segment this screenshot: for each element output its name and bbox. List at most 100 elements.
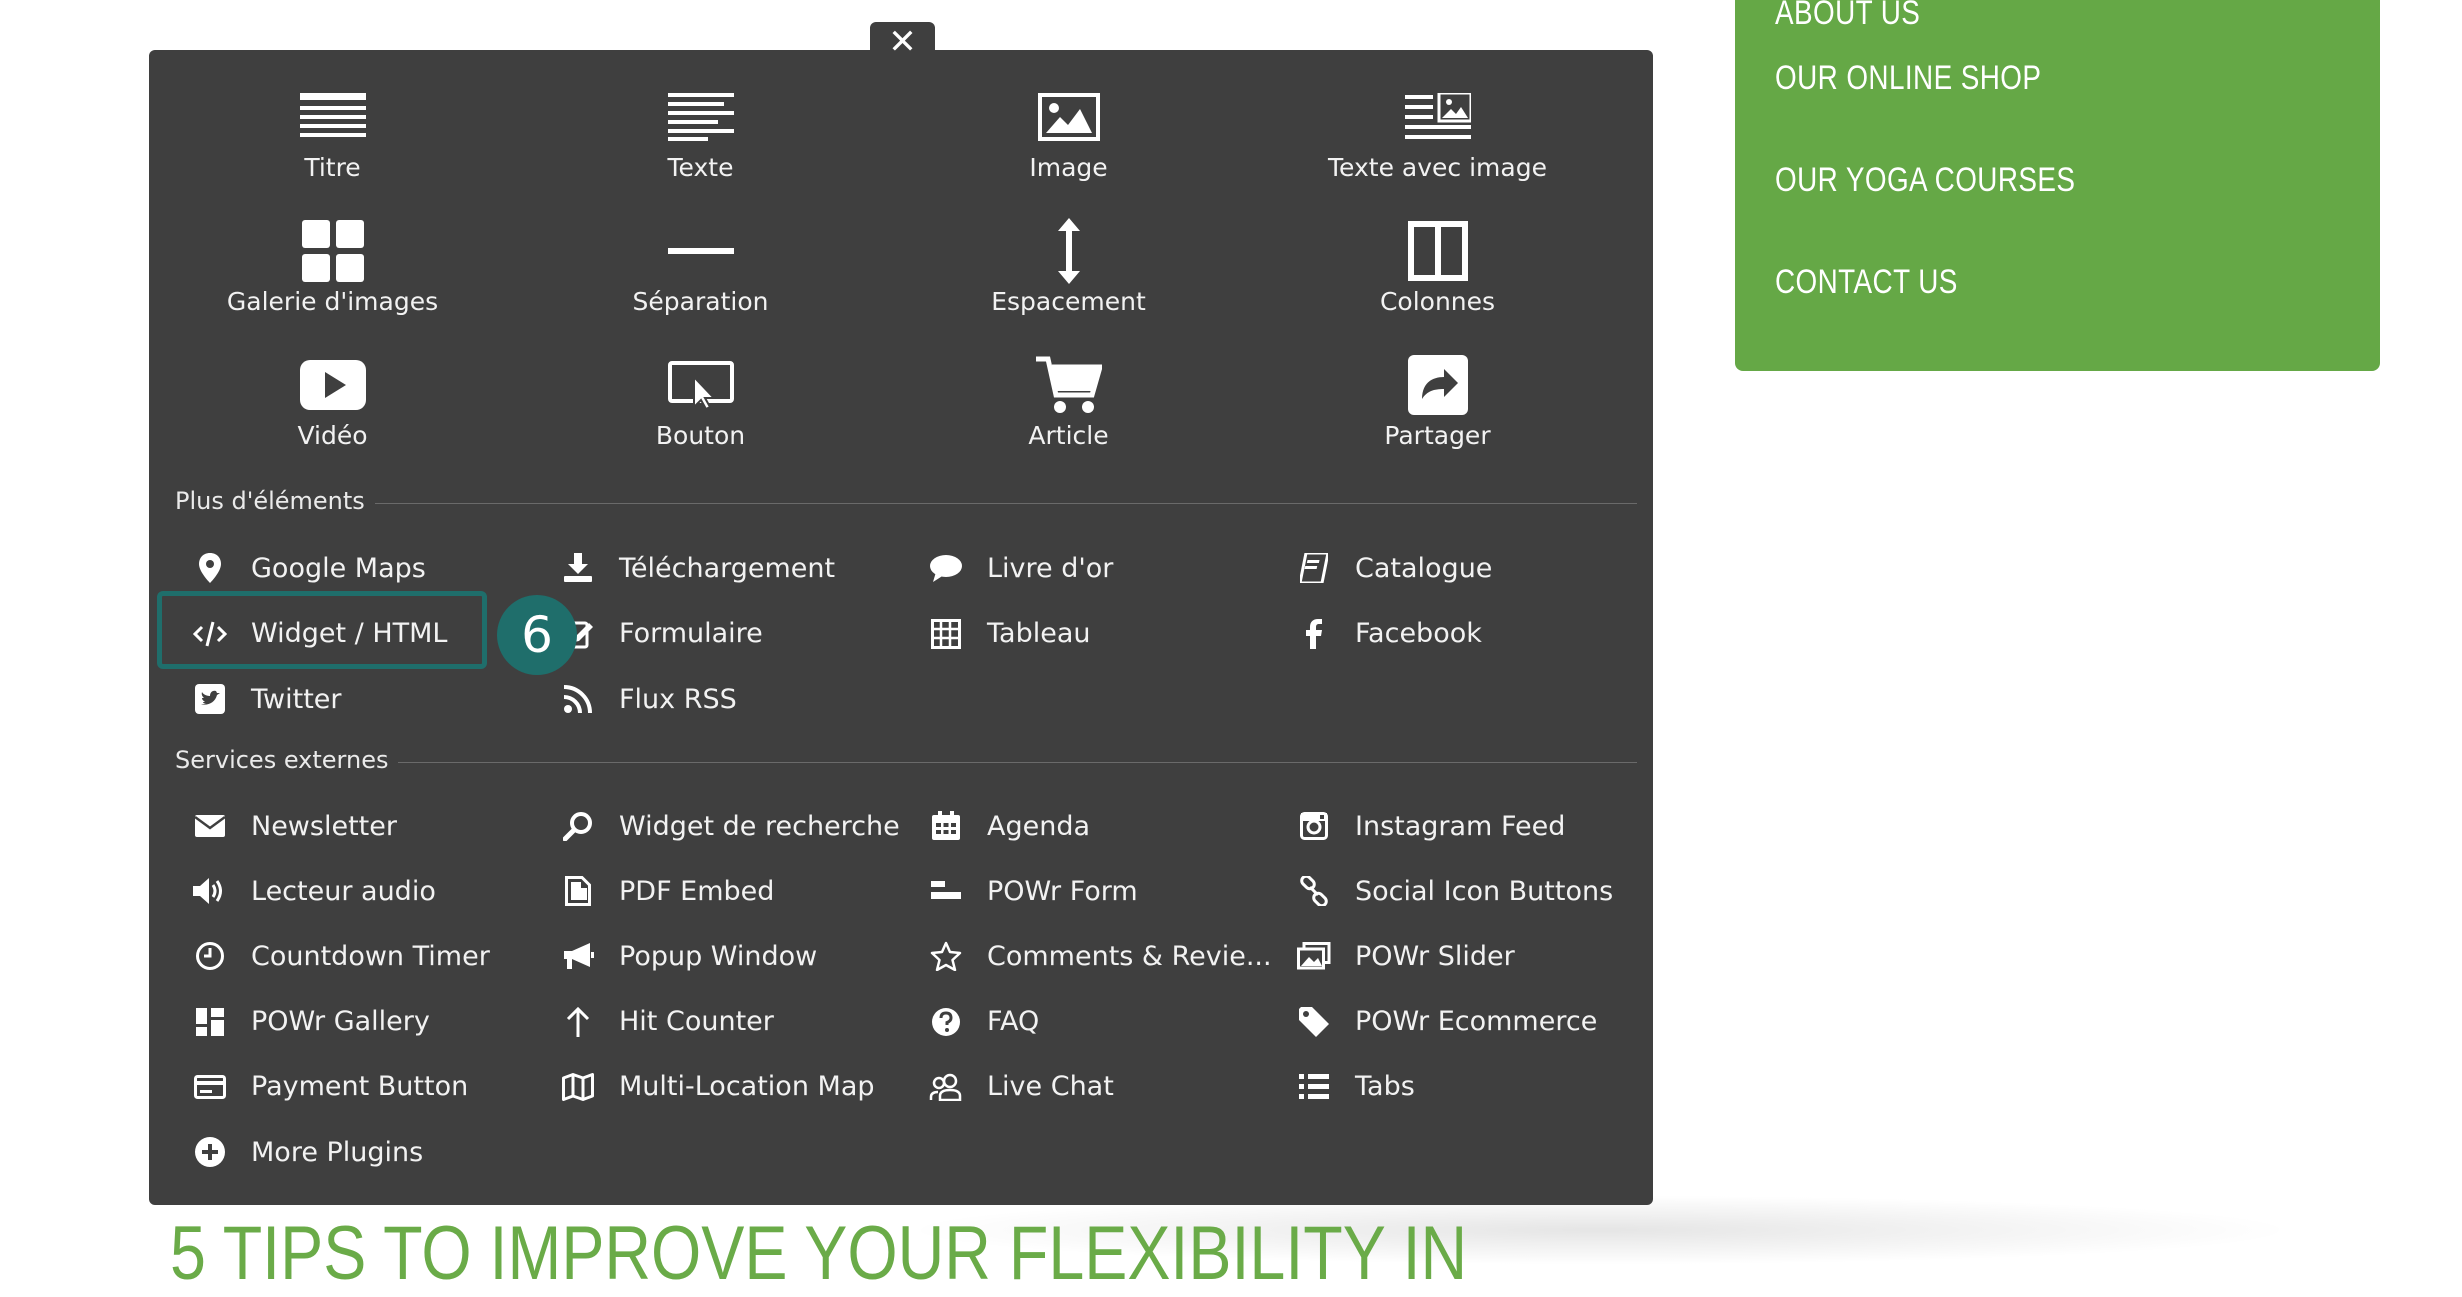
nav-yoga-courses[interactable]: OUR YOGA COURSES [1775, 161, 2075, 200]
tile-texte-avec-image[interactable]: Texte avec image [1254, 83, 1621, 203]
item-agenda[interactable]: Agenda [925, 801, 1090, 851]
item-live-chat[interactable]: Live Chat [925, 1062, 1114, 1112]
speaker-icon [189, 870, 231, 912]
item-tabs[interactable]: Tabs [1293, 1062, 1415, 1112]
section-more-elements: Plus d'éléments [155, 487, 1637, 517]
tile-label: Texte avec image [1328, 153, 1547, 182]
tile-espacement[interactable]: Espacement [885, 217, 1252, 337]
item-label: Countdown Timer [251, 940, 490, 972]
tile-separation[interactable]: Séparation [517, 217, 884, 337]
tile-article[interactable]: Article [885, 351, 1252, 471]
item-label: Tableau [987, 618, 1091, 649]
item-facebook[interactable]: Facebook [1293, 609, 1482, 659]
twitter-icon [189, 678, 231, 720]
share-icon [1254, 351, 1621, 419]
arrow-up-icon [557, 1001, 599, 1043]
item-label: POWr Slider [1355, 940, 1515, 972]
tile-image[interactable]: Image [885, 83, 1252, 203]
item-social-icon-buttons[interactable]: Social Icon Buttons [1293, 866, 1613, 916]
cart-icon [885, 351, 1252, 419]
item-flux-rss[interactable]: Flux RSS [557, 674, 737, 724]
item-label: FAQ [987, 1006, 1040, 1038]
tile-partager[interactable]: Partager [1254, 351, 1621, 471]
item-more-plugins[interactable]: More Plugins [189, 1127, 423, 1177]
item-twitter[interactable]: Twitter [189, 674, 342, 724]
item-google-maps[interactable]: Google Maps [189, 543, 426, 593]
tile-video[interactable]: Vidéo [149, 351, 516, 471]
item-powr-form[interactable]: POWr Form [925, 866, 1138, 916]
item-widget-de-recherche[interactable]: Widget de recherche [557, 801, 900, 851]
list-icon [1293, 1066, 1335, 1108]
item-powr-ecommerce[interactable]: POWr Ecommerce [1293, 997, 1597, 1047]
item-tableau[interactable]: Tableau [925, 609, 1090, 659]
item-label: Catalogue [1355, 552, 1493, 584]
item-label: Tabs [1355, 1071, 1415, 1103]
columns-icon [1254, 217, 1621, 285]
nav-contact-us[interactable]: CONTACT US [1775, 263, 1958, 302]
tile-label: Espacement [991, 287, 1146, 316]
tile-label: Galerie d'images [226, 287, 439, 316]
nav-online-shop[interactable]: OUR ONLINE SHOP [1775, 59, 2041, 98]
pdf-icon [557, 870, 599, 912]
item-label: Widget de recherche [619, 810, 900, 842]
title-icon [149, 83, 516, 151]
star-icon [925, 935, 967, 977]
item-comments-revie[interactable]: Comments & Revie... [925, 931, 1272, 981]
item-powr-gallery[interactable]: POWr Gallery [189, 997, 430, 1047]
tile-colonnes[interactable]: Colonnes [1254, 217, 1621, 337]
item-label: PDF Embed [619, 875, 775, 907]
tile-label: Bouton [655, 421, 746, 450]
section-title: Plus d'éléments [155, 487, 375, 515]
item-hit-counter[interactable]: Hit Counter [557, 997, 774, 1047]
tile-bouton[interactable]: Bouton [517, 351, 884, 471]
map-pin-icon [189, 547, 231, 589]
item-powr-slider[interactable]: POWr Slider [1293, 931, 1515, 981]
item-label: Instagram Feed [1355, 810, 1566, 842]
gallery-icon [149, 217, 516, 285]
item-label: POWr Gallery [251, 1006, 430, 1038]
close-icon: ✕ [888, 22, 917, 62]
close-button[interactable]: ✕ [870, 22, 935, 62]
item-livre-d-or[interactable]: Livre d'or [925, 543, 1113, 593]
rss-icon [557, 678, 599, 720]
video-icon [149, 351, 516, 419]
nav-about-us[interactable]: ABOUT US [1775, 0, 1920, 33]
item-popup-window[interactable]: Popup Window [557, 931, 817, 981]
item-countdown-timer[interactable]: Countdown Timer [189, 931, 490, 981]
item-label: Comments & Revie... [987, 940, 1272, 972]
item-label: Agenda [987, 810, 1091, 842]
item-payment-button[interactable]: Payment Button [189, 1062, 468, 1112]
tile-titre[interactable]: Titre [149, 83, 516, 203]
search-icon [557, 805, 599, 847]
tile-texte[interactable]: Texte [517, 83, 884, 203]
question-icon [925, 1001, 967, 1043]
item-instagram-feed[interactable]: Instagram Feed [1293, 801, 1565, 851]
item-label: Facebook [1355, 618, 1482, 649]
megaphone-icon [557, 935, 599, 977]
item-pdf-embed[interactable]: PDF Embed [557, 866, 774, 916]
item-faq[interactable]: FAQ [925, 997, 1039, 1047]
tile-label: Titre [304, 153, 361, 182]
item-label: Live Chat [987, 1071, 1114, 1103]
dashboard-icon [189, 1001, 231, 1043]
item-catalogue[interactable]: Catalogue [1293, 543, 1492, 593]
item-multi-location-map[interactable]: Multi-Location Map [557, 1062, 875, 1112]
tile-galerie-d-images[interactable]: Galerie d'images [149, 217, 516, 337]
tag-icon [1293, 1001, 1335, 1043]
item-lecteur-audio[interactable]: Lecteur audio [189, 866, 436, 916]
speech-bubble-icon [925, 547, 967, 589]
step-badge: 6 [497, 595, 577, 675]
site-navigation: ABOUT US OUR ONLINE SHOP OUR YOGA COURSE… [1735, 0, 2380, 371]
item-formulaire[interactable]: Formulaire [557, 609, 763, 659]
catalog-icon [1293, 547, 1335, 589]
section-title: Services externes [155, 746, 399, 774]
section-external-services: Services externes [155, 746, 1637, 776]
item-label: Formulaire [619, 618, 763, 649]
item-label: Newsletter [251, 810, 397, 842]
calendar-icon [925, 805, 967, 847]
item-newsletter[interactable]: Newsletter [189, 801, 397, 851]
item-label: Twitter [251, 683, 342, 715]
item-label: Popup Window [619, 940, 818, 972]
item-telechargement[interactable]: Téléchargement [557, 543, 835, 593]
slider-icon [1293, 935, 1335, 977]
